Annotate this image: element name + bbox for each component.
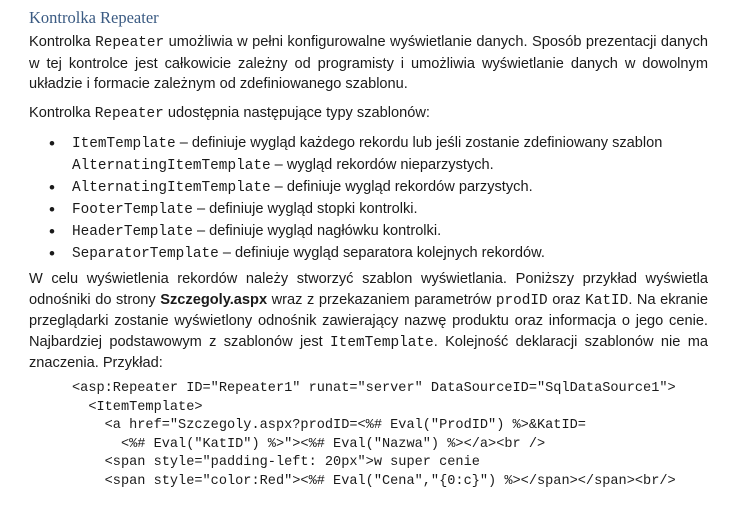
template-name-code: AlternatingItemTemplate: [72, 158, 271, 174]
templates-intro-paragraph: Kontrolka Repeater udostępnia następując…: [29, 103, 708, 125]
code-line: <%# Eval("KatID") %>"><%# Eval("Nazwa") …: [72, 436, 546, 452]
code-line: <ItemTemplate>: [72, 399, 203, 415]
template-name-code: SeparatorTemplate: [72, 246, 219, 262]
template-name-code: AlternatingItemTemplate: [72, 180, 271, 196]
list-item: FooterTemplate – definiuje wygląd stopki…: [29, 199, 708, 221]
example-text: oraz: [547, 291, 586, 308]
example-text: wraz z przekazaniem parametrów: [267, 291, 496, 308]
templates-intro-text-2: udostępnia następujące typy szablonów:: [163, 105, 430, 121]
template-name-code: FooterTemplate: [72, 202, 193, 218]
list-item: ItemTemplate – definiuje wygląd każdego …: [29, 133, 708, 177]
template-description: – definiuje wygląd nagłówku kontrolki.: [192, 223, 442, 239]
template-name-code: ItemTemplate: [330, 334, 434, 351]
templates-intro-code: Repeater: [94, 106, 164, 122]
document-page: Kontrolka Repeater Kontrolka Repeater um…: [0, 0, 730, 511]
list-item: HeaderTemplate – definiuje wygląd nagłów…: [29, 221, 708, 243]
code-example: <asp:Repeater ID="Repeater1" runat="serv…: [72, 380, 676, 492]
intro-text-1: Kontrolka: [29, 34, 96, 50]
example-paragraph: W celu wyświetlenia rekordów należy stwo…: [29, 269, 708, 374]
templates-intro-text-1: Kontrolka: [29, 105, 95, 121]
template-description: – wygląd rekordów nieparzystych.: [270, 157, 494, 173]
intro-code-repeater: Repeater: [95, 35, 165, 51]
code-line: <a href="Szczegoly.aspx?prodID=<%# Eval(…: [72, 418, 586, 434]
code-line: <span style="padding-left: 20px">w super…: [72, 455, 480, 471]
code-line: <asp:Repeater ID="Repeater1" runat="serv…: [72, 381, 676, 396]
param-code: prodID: [495, 292, 548, 309]
page-name-bold: Szczegoly.aspx: [160, 291, 268, 308]
template-name-code: ItemTemplate: [72, 136, 176, 152]
section-heading: Kontrolka Repeater: [29, 8, 159, 27]
template-description: – definiuje wygląd separatora kolejnych …: [218, 245, 545, 261]
list-item: AlternatingItemTemplate – definiuje wygl…: [29, 177, 708, 199]
template-description: – definiuje wygląd rekordów parzystych.: [270, 179, 533, 195]
template-description: – definiuje wygląd stopki kontrolki.: [192, 201, 418, 217]
template-description: – definiuje wygląd każdego rekordu lub j…: [175, 135, 663, 151]
list-item: SeparatorTemplate – definiuje wygląd sep…: [29, 243, 708, 265]
intro-paragraph: Kontrolka Repeater umożliwia w pełni kon…: [29, 32, 708, 95]
template-name-code: HeaderTemplate: [72, 224, 193, 240]
param-code: KatID: [585, 292, 629, 309]
code-line: <span style="color:Red"><%# Eval("Cena",…: [72, 473, 676, 489]
template-types-list: ItemTemplate – definiuje wygląd każdego …: [29, 133, 708, 265]
